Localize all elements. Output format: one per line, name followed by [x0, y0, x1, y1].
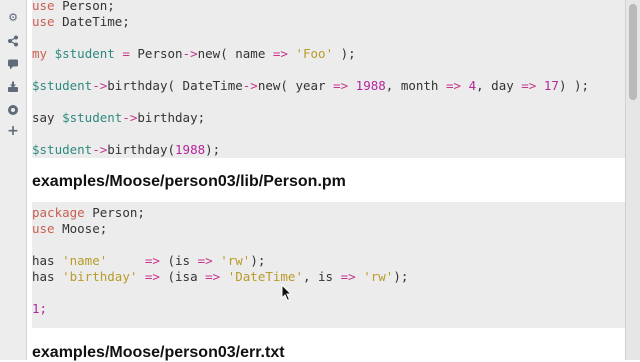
code-token: 'name'	[62, 253, 108, 268]
code-token: =>	[197, 253, 213, 268]
code-token: ->	[92, 142, 108, 157]
code-token: has	[32, 253, 63, 268]
code-token: =>	[446, 78, 462, 93]
code-token: my	[32, 46, 48, 61]
code-token: ) );	[558, 78, 590, 93]
code-token: use	[32, 221, 55, 236]
code-token: =>	[340, 269, 356, 284]
code-token: year	[287, 78, 334, 93]
code-token: DateTime	[175, 78, 243, 93]
code-token: name	[227, 46, 273, 61]
code-token: (isa	[159, 269, 206, 284]
code-token: birthday;	[137, 110, 206, 125]
record-icon[interactable]	[6, 104, 20, 116]
code-token: ->	[122, 110, 138, 125]
code-token: );	[205, 142, 221, 157]
code-token: 1988	[355, 78, 386, 93]
code-token: 1;	[32, 301, 48, 316]
code-token: new(	[197, 46, 228, 61]
code-token: 'birthday'	[62, 269, 138, 284]
code-token: 'rw'	[220, 253, 251, 268]
code-token: 'DateTime'	[227, 269, 303, 284]
code-token: birthday(	[107, 142, 176, 157]
code-block-person-pm: package Person; use Moose; has 'name' => (…	[32, 202, 628, 328]
code-token: 4	[468, 78, 477, 93]
code-token: =>	[272, 46, 288, 61]
code-line: use Moose;	[32, 221, 107, 237]
code-token: package	[32, 205, 85, 220]
code-line: say $student->birthday;	[32, 110, 205, 126]
page-content: use Person; use DateTime; my $student = Pe…	[26, 0, 628, 361]
vertical-scrollbar[interactable]	[625, 0, 640, 360]
code-token: 'rw'	[363, 269, 394, 284]
code-token: Person;	[84, 205, 145, 220]
code-token: DateTime;	[54, 14, 130, 29]
code-token: , is	[302, 269, 341, 284]
file-heading-person-pm: examples/Moose/person03/lib/Person.pm	[32, 173, 346, 190]
code-token: use	[32, 14, 55, 29]
gear-icon[interactable]: ⚙	[6, 12, 20, 24]
code-token: $student	[32, 142, 93, 157]
code-token: Moose;	[54, 221, 108, 236]
code-token: new(	[257, 78, 288, 93]
code-token: ->	[92, 78, 108, 93]
code-line: use DateTime;	[32, 14, 130, 30]
file-heading-err-txt: examples/Moose/person03/err.txt	[32, 344, 285, 361]
code-block-main: use Person; use DateTime; my $student = Pe…	[32, 0, 628, 158]
code-line: my $student = Person->new( name => 'Foo'…	[32, 46, 356, 62]
code-line: $student->birthday(1988);	[32, 142, 220, 158]
code-token: ->	[242, 78, 258, 93]
mouse-cursor-icon	[281, 284, 293, 302]
code-token: );	[393, 269, 409, 284]
code-token: =>	[205, 269, 221, 284]
scrollbar-thumb[interactable]	[629, 4, 637, 100]
code-token: , day	[476, 78, 522, 93]
code-token: =>	[144, 269, 160, 284]
chat-icon[interactable]	[6, 58, 20, 70]
code-line: $student->birthday( DateTime->new( year …	[32, 78, 589, 94]
code-token: =	[122, 46, 130, 61]
share-icon[interactable]	[6, 35, 20, 47]
code-token: 'Foo'	[295, 46, 334, 61]
code-token: $student	[32, 78, 93, 93]
code-token: say	[32, 110, 63, 125]
left-sidebar: ⚙ +	[0, 0, 27, 360]
code-line: 1;	[32, 301, 47, 317]
code-token: $student	[62, 110, 123, 125]
code-token: 17	[543, 78, 559, 93]
code-token: =>	[333, 78, 349, 93]
code-token: $student	[54, 46, 115, 61]
code-token: 1988	[175, 142, 206, 157]
code-token: birthday(	[107, 78, 176, 93]
code-line: use Person;	[32, 0, 115, 14]
plus-icon[interactable]: +	[6, 124, 20, 138]
code-token: Person	[129, 46, 183, 61]
code-line: has 'name' => (is => 'rw');	[32, 253, 265, 269]
code-token: =>	[521, 78, 537, 93]
code-token: ->	[182, 46, 198, 61]
code-token: Person;	[54, 0, 115, 13]
code-token: =>	[144, 253, 160, 268]
code-line: has 'birthday' => (isa => 'DateTime', is…	[32, 269, 408, 285]
code-token: , month	[385, 78, 446, 93]
code-token: has	[32, 269, 63, 284]
code-token: use	[32, 0, 55, 13]
code-token: );	[250, 253, 266, 268]
code-line: package Person;	[32, 205, 145, 221]
code-token: );	[333, 46, 356, 61]
download-icon[interactable]	[6, 81, 20, 93]
code-token: (is	[159, 253, 198, 268]
